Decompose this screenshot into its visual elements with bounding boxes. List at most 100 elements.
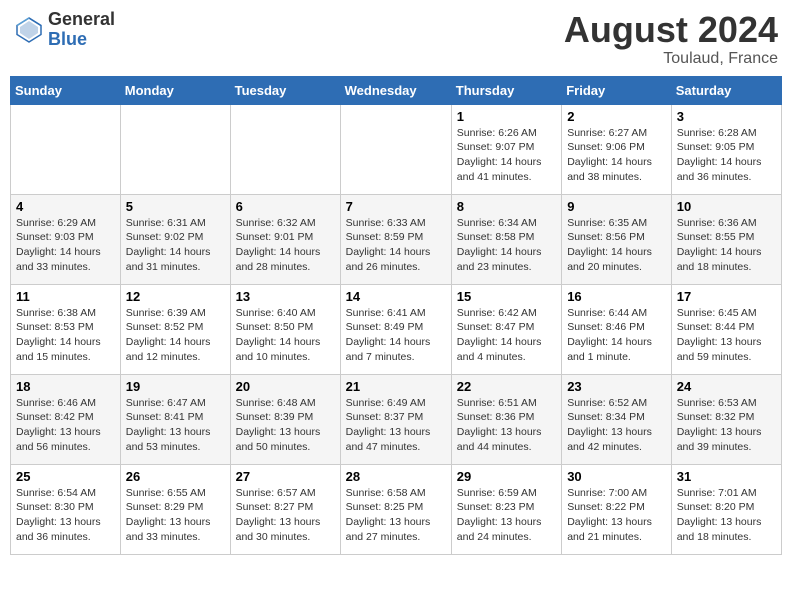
day-number: 17 <box>677 289 776 304</box>
calendar-week-row: 18 Sunrise: 6:46 AM Sunset: 8:42 PM Dayli… <box>11 374 782 464</box>
day-info: Sunrise: 6:45 AM Sunset: 8:44 PM Dayligh… <box>677 306 776 365</box>
day-info: Sunrise: 6:42 AM Sunset: 8:47 PM Dayligh… <box>457 306 556 365</box>
calendar-week-row: 11 Sunrise: 6:38 AM Sunset: 8:53 PM Dayli… <box>11 284 782 374</box>
calendar-cell: 27Sunrise: 6:57 AM Sunset: 8:27 PM Dayli… <box>230 464 340 554</box>
day-of-week-sunday: Sunday <box>11 76 121 104</box>
calendar-cell: 15Sunrise: 6:42 AM Sunset: 8:47 PM Dayli… <box>451 284 561 374</box>
day-info: Sunrise: 6:46 AM Sunset: 8:42 PM Dayligh… <box>16 396 115 455</box>
day-of-week-wednesday: Wednesday <box>340 76 451 104</box>
day-number: 6 <box>236 199 335 214</box>
calendar-cell <box>11 104 121 194</box>
day-info: Sunrise: 6:54 AM Sunset: 8:30 PM Dayligh… <box>16 486 115 545</box>
day-info: Sunrise: 6:36 AM Sunset: 8:55 PM Dayligh… <box>677 216 776 275</box>
day-info: Sunrise: 6:40 AM Sunset: 8:50 PM Dayligh… <box>236 306 335 365</box>
day-info: Sunrise: 6:29 AM Sunset: 9:03 PM Dayligh… <box>16 216 115 275</box>
day-number: 9 <box>567 199 666 214</box>
calendar-cell: 16 Sunrise: 6:44 AM Sunset: 8:46 PM Dayli… <box>562 284 672 374</box>
calendar-cell: 1 Sunrise: 6:26 AM Sunset: 9:07 PM Daylig… <box>451 104 561 194</box>
day-info: Sunrise: 6:58 AM Sunset: 8:25 PM Dayligh… <box>346 486 446 545</box>
calendar-cell: 6 Sunrise: 6:32 AM Sunset: 9:01 PM Daylig… <box>230 194 340 284</box>
calendar-cell: 29 Sunrise: 6:59 AM Sunset: 8:23 PM Dayli… <box>451 464 561 554</box>
day-info: Sunrise: 6:28 AM Sunset: 9:05 PM Dayligh… <box>677 126 776 185</box>
day-info: Sunrise: 6:53 AM Sunset: 8:32 PM Dayligh… <box>677 396 776 455</box>
day-number: 10 <box>677 199 776 214</box>
calendar-cell: 10 Sunrise: 6:36 AM Sunset: 8:55 PM Dayli… <box>671 194 781 284</box>
logo-text: General Blue <box>48 10 115 50</box>
calendar-cell: 14 Sunrise: 6:41 AM Sunset: 8:49 PM Dayli… <box>340 284 451 374</box>
day-number: 21 <box>346 379 446 394</box>
day-of-week-monday: Monday <box>120 76 230 104</box>
day-info: Sunrise: 6:55 AM Sunset: 8:29 PM Dayligh… <box>126 486 225 545</box>
calendar-cell: 8 Sunrise: 6:34 AM Sunset: 8:58 PM Daylig… <box>451 194 561 284</box>
day-info: Sunrise: 7:00 AM Sunset: 8:22 PM Dayligh… <box>567 486 666 545</box>
calendar-week-row: 25 Sunrise: 6:54 AM Sunset: 8:30 PM Dayli… <box>11 464 782 554</box>
day-number: 5 <box>126 199 225 214</box>
day-number: 29 <box>457 469 556 484</box>
day-number: 2 <box>567 109 666 124</box>
day-info: Sunrise: 6:59 AM Sunset: 8:23 PM Dayligh… <box>457 486 556 545</box>
calendar-cell: 20Sunrise: 6:48 AM Sunset: 8:39 PM Dayli… <box>230 374 340 464</box>
calendar-week-row: 4 Sunrise: 6:29 AM Sunset: 9:03 PM Daylig… <box>11 194 782 284</box>
calendar-cell: 17 Sunrise: 6:45 AM Sunset: 8:44 PM Dayli… <box>671 284 781 374</box>
day-info: Sunrise: 6:52 AM Sunset: 8:34 PM Dayligh… <box>567 396 666 455</box>
day-number: 31 <box>677 469 776 484</box>
day-number: 7 <box>346 199 446 214</box>
day-info: Sunrise: 6:33 AM Sunset: 8:59 PM Dayligh… <box>346 216 446 275</box>
day-number: 23 <box>567 379 666 394</box>
day-number: 19 <box>126 379 225 394</box>
day-of-week-friday: Friday <box>562 76 672 104</box>
day-number: 18 <box>16 379 115 394</box>
calendar-cell: 9 Sunrise: 6:35 AM Sunset: 8:56 PM Daylig… <box>562 194 672 284</box>
calendar-cell <box>230 104 340 194</box>
location-label: Toulaud, France <box>564 50 778 68</box>
day-number: 26 <box>126 469 225 484</box>
logo-icon <box>14 15 44 45</box>
calendar-header-row: SundayMondayTuesdayWednesdayThursdayFrid… <box>11 76 782 104</box>
calendar-cell: 24Sunrise: 6:53 AM Sunset: 8:32 PM Dayli… <box>671 374 781 464</box>
day-number: 13 <box>236 289 335 304</box>
month-year-title: August 2024 <box>564 10 778 50</box>
calendar-cell: 3 Sunrise: 6:28 AM Sunset: 9:05 PM Daylig… <box>671 104 781 194</box>
day-of-week-thursday: Thursday <box>451 76 561 104</box>
calendar-week-row: 1 Sunrise: 6:26 AM Sunset: 9:07 PM Daylig… <box>11 104 782 194</box>
calendar-cell: 30 Sunrise: 7:00 AM Sunset: 8:22 PM Dayli… <box>562 464 672 554</box>
day-number: 14 <box>346 289 446 304</box>
day-number: 1 <box>457 109 556 124</box>
day-number: 25 <box>16 469 115 484</box>
day-info: Sunrise: 6:41 AM Sunset: 8:49 PM Dayligh… <box>346 306 446 365</box>
day-number: 4 <box>16 199 115 214</box>
day-number: 11 <box>16 289 115 304</box>
calendar-cell: 4 Sunrise: 6:29 AM Sunset: 9:03 PM Daylig… <box>11 194 121 284</box>
calendar-cell: 25 Sunrise: 6:54 AM Sunset: 8:30 PM Dayli… <box>11 464 121 554</box>
day-number: 16 <box>567 289 666 304</box>
day-info: Sunrise: 6:26 AM Sunset: 9:07 PM Dayligh… <box>457 126 556 185</box>
day-info: Sunrise: 6:27 AM Sunset: 9:06 PM Dayligh… <box>567 126 666 185</box>
day-info: Sunrise: 6:34 AM Sunset: 8:58 PM Dayligh… <box>457 216 556 275</box>
calendar-cell: 31 Sunrise: 7:01 AM Sunset: 8:20 PM Dayli… <box>671 464 781 554</box>
day-info: Sunrise: 7:01 AM Sunset: 8:20 PM Dayligh… <box>677 486 776 545</box>
day-info: Sunrise: 6:31 AM Sunset: 9:02 PM Dayligh… <box>126 216 225 275</box>
calendar-cell: 5 Sunrise: 6:31 AM Sunset: 9:02 PM Daylig… <box>120 194 230 284</box>
day-info: Sunrise: 6:39 AM Sunset: 8:52 PM Dayligh… <box>126 306 225 365</box>
logo-blue: Blue <box>48 30 115 50</box>
page-header: General Blue August 2024 Toulaud, France <box>10 10 782 68</box>
day-number: 8 <box>457 199 556 214</box>
calendar-cell: 21 Sunrise: 6:49 AM Sunset: 8:37 PM Dayli… <box>340 374 451 464</box>
calendar-cell: 28 Sunrise: 6:58 AM Sunset: 8:25 PM Dayli… <box>340 464 451 554</box>
day-number: 3 <box>677 109 776 124</box>
logo: General Blue <box>14 10 115 50</box>
day-info: Sunrise: 6:49 AM Sunset: 8:37 PM Dayligh… <box>346 396 446 455</box>
day-info: Sunrise: 6:38 AM Sunset: 8:53 PM Dayligh… <box>16 306 115 365</box>
day-number: 27 <box>236 469 335 484</box>
day-info: Sunrise: 6:35 AM Sunset: 8:56 PM Dayligh… <box>567 216 666 275</box>
day-number: 20 <box>236 379 335 394</box>
day-number: 30 <box>567 469 666 484</box>
logo-general: General <box>48 10 115 30</box>
day-number: 28 <box>346 469 446 484</box>
day-info: Sunrise: 6:44 AM Sunset: 8:46 PM Dayligh… <box>567 306 666 365</box>
day-info: Sunrise: 6:51 AM Sunset: 8:36 PM Dayligh… <box>457 396 556 455</box>
calendar-cell: 11 Sunrise: 6:38 AM Sunset: 8:53 PM Dayli… <box>11 284 121 374</box>
day-number: 22 <box>457 379 556 394</box>
day-info: Sunrise: 6:32 AM Sunset: 9:01 PM Dayligh… <box>236 216 335 275</box>
calendar-cell <box>340 104 451 194</box>
